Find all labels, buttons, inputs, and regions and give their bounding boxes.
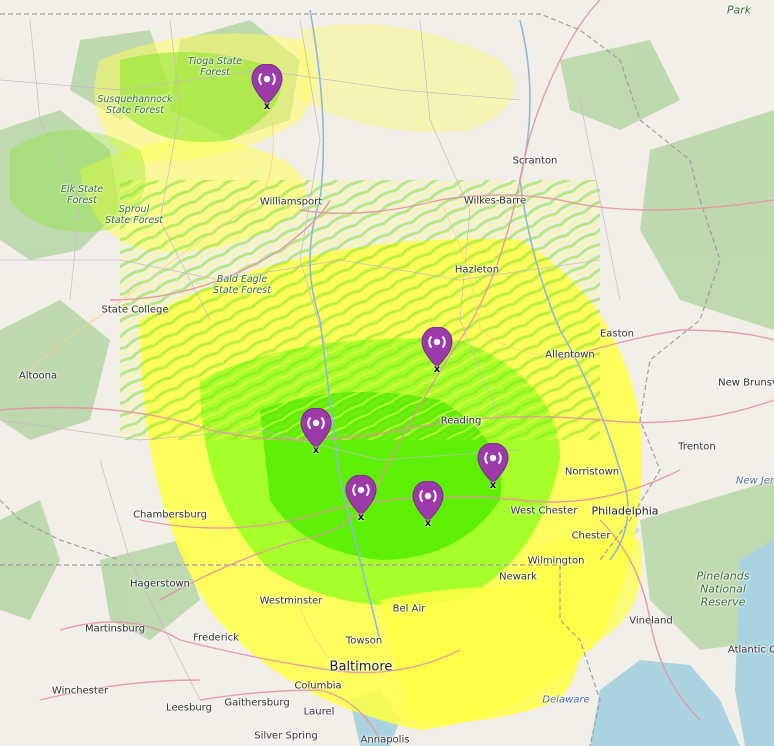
tower-marker-4[interactable]: x — [477, 443, 509, 491]
city-chester: Chester — [571, 530, 611, 542]
forest-susquehannock: Susquehannock State Forest — [97, 94, 173, 116]
city-towson: Towson — [345, 635, 383, 647]
forest-pinelands: Pinelands National Reserve — [696, 569, 750, 609]
city-laurel: Laurel — [303, 706, 335, 718]
tower-marker-1[interactable]: x — [251, 64, 283, 112]
marker-tag: x — [424, 518, 432, 529]
marker-tag: x — [433, 364, 441, 375]
marker-tag: x — [312, 445, 320, 456]
city-wilmington: Wilmington — [527, 555, 585, 567]
city-state-college: State College — [101, 304, 169, 316]
marker-tag: x — [263, 101, 271, 112]
water-new-jersey: New Jer — [735, 475, 774, 487]
city-annapolis: Annapolis — [360, 734, 410, 746]
city-allentown: Allentown — [545, 349, 595, 361]
city-philadelphia: Philadelphia — [591, 504, 659, 518]
city-bel-air: Bel Air — [392, 603, 426, 615]
marker-tag: x — [489, 480, 497, 491]
broadcast-tower-icon — [300, 408, 332, 448]
city-hazleton: Hazleton — [454, 264, 500, 276]
city-silver-spring: Silver Spring — [254, 730, 318, 742]
city-atlantic-city: Atlantic C — [727, 644, 774, 656]
city-martinsburg: Martinsburg — [84, 623, 146, 635]
tower-marker-2[interactable]: x — [421, 327, 453, 375]
city-chambersburg: Chambersburg — [133, 509, 207, 521]
forest-park: Park — [726, 3, 752, 17]
city-frederick: Frederick — [193, 632, 239, 644]
broadcast-tower-icon — [251, 64, 283, 104]
city-easton: Easton — [599, 328, 635, 340]
forest-bald-eagle: Bald Eagle State Forest — [213, 274, 271, 296]
city-norristown: Norristown — [564, 466, 620, 478]
broadcast-tower-icon — [412, 481, 444, 521]
tower-marker-5[interactable]: x — [345, 475, 377, 523]
forest-sproul: Sproul State Forest — [105, 204, 163, 226]
city-scranton: Scranton — [512, 155, 558, 167]
city-newark: Newark — [499, 571, 537, 583]
broadcast-tower-icon — [345, 475, 377, 515]
forest-tioga: Tioga State Forest — [187, 56, 243, 78]
city-west-chester: West Chester — [510, 505, 578, 517]
broadcast-tower-icon — [421, 327, 453, 367]
broadcast-tower-icon — [477, 443, 509, 483]
city-reading: Reading — [440, 415, 482, 427]
city-wilkes-barre: Wilkes-Barre — [463, 195, 527, 207]
city-westminster: Westminster — [259, 595, 323, 607]
city-hagerstown: Hagerstown — [129, 578, 191, 590]
tower-marker-3[interactable]: x — [300, 408, 332, 456]
city-leesburg: Leesburg — [166, 702, 212, 714]
city-gaithersburg: Gaithersburg — [224, 697, 290, 709]
city-winchester: Winchester — [51, 685, 109, 697]
city-williamsport: Williamsport — [259, 196, 323, 208]
city-new-brunswick: New Brunsv — [718, 377, 774, 389]
forest-elk: Elk State Forest — [60, 184, 104, 206]
city-baltimore: Baltimore — [329, 659, 393, 675]
marker-tag: x — [357, 512, 365, 523]
map-canvas[interactable]: Scranton Wilkes-Barre Williamsport Hazle… — [0, 0, 774, 746]
city-columbia: Columbia — [294, 680, 342, 692]
city-trenton: Trenton — [678, 441, 716, 453]
city-altoona: Altoona — [18, 370, 58, 382]
tower-marker-6[interactable]: x — [412, 481, 444, 529]
water-delaware: Delaware — [542, 694, 590, 706]
city-vineland: Vineland — [629, 615, 673, 627]
